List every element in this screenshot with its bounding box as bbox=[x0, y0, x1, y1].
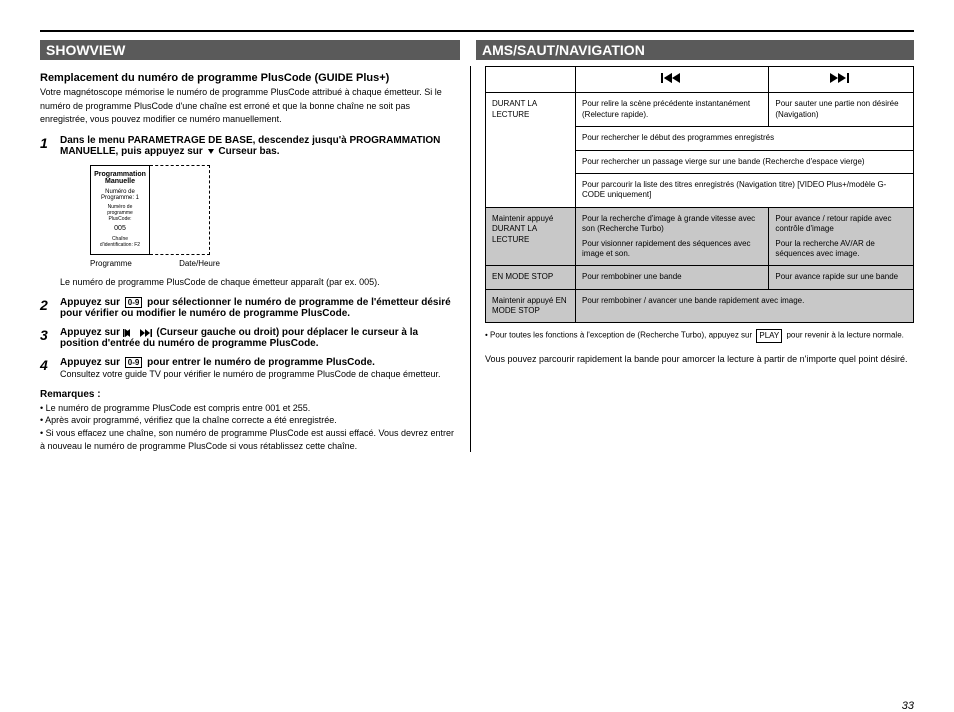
step-3: 3 Appuyez sur (Curseur gauche ou droit) … bbox=[40, 327, 456, 349]
numeric-key-box-1: 0-9 bbox=[125, 297, 143, 308]
step-1-lead: Dans le menu PARAMETRAGE DE BASE, descen… bbox=[60, 135, 456, 157]
preview-line1: Numéro de Programme: 1 bbox=[95, 189, 145, 201]
step-1-subtext: Le numéro de programme PlusCode de chaqu… bbox=[60, 276, 456, 290]
srow2-c2: Pour rembobiner une bande bbox=[576, 266, 769, 289]
page-top-border bbox=[40, 30, 914, 32]
step-2-number: 2 bbox=[40, 297, 54, 319]
srow3-c2: Pour rembobiner / avancer une bande rapi… bbox=[576, 289, 914, 323]
left-column: Remplacement du numéro de programme Plus… bbox=[40, 66, 470, 452]
note-3: • Si vous effacez une chaîne, son numéro… bbox=[40, 427, 456, 452]
step-1-body: Dans le menu PARAMETRAGE DE BASE, descen… bbox=[60, 135, 456, 290]
header-left-bar: SHOWVIEW bbox=[40, 40, 460, 60]
step-4-a: Appuyez sur bbox=[60, 357, 120, 368]
skip-next-icon bbox=[140, 329, 154, 337]
srow1-c1: Maintenir appuyé DURANT LA LECTURE bbox=[486, 207, 576, 266]
step-4-b: pour entrer le numéro de programme PlusC… bbox=[147, 357, 375, 368]
table-row-shaded: EN MODE STOP Pour rembobiner une bande P… bbox=[486, 266, 914, 289]
preview-left-panel: Programmation Manuelle Numéro de Program… bbox=[90, 165, 150, 255]
srow2-c1: EN MODE STOP bbox=[486, 266, 576, 289]
step-3-body: Appuyez sur (Curseur gauche ou droit) po… bbox=[60, 327, 456, 349]
note-2: • Après avoir programmé, vérifiez que la… bbox=[40, 414, 456, 427]
cursor-down-icon bbox=[206, 146, 216, 156]
header-right-title: AMS/SAUT/NAVIGATION bbox=[482, 42, 645, 58]
navigation-table: DURANT LA LECTURE Pour relire la scène p… bbox=[485, 66, 914, 323]
step-2-body: Appuyez sur 0-9 pour sélectionner le num… bbox=[60, 297, 456, 319]
step-4-body: Appuyez sur 0-9 pour entrer le numéro de… bbox=[60, 357, 456, 382]
header-right-bar: AMS/SAUT/NAVIGATION bbox=[476, 40, 914, 60]
step-2: 2 Appuyez sur 0-9 pour sélectionner le n… bbox=[40, 297, 456, 319]
step-4: 4 Appuyez sur 0-9 pour entrer le numéro … bbox=[40, 357, 456, 382]
preview-line4: Chaîne d'identification: F2 bbox=[95, 236, 145, 248]
notes-title: Remarques : bbox=[40, 388, 456, 402]
cursor-down-label: Curseur bas. bbox=[218, 146, 279, 157]
numeric-key-box-2: 0-9 bbox=[125, 357, 143, 368]
caption-right-label: Date/Heure bbox=[179, 259, 220, 268]
row2-c2: Pour rechercher le début des programmes … bbox=[576, 127, 914, 150]
table-footer-note: • Pour toutes les fonctions à l'exceptio… bbox=[485, 329, 914, 342]
row1-c3: Pour sauter une partie non désirée (Navi… bbox=[769, 93, 914, 127]
step-1-number: 1 bbox=[40, 135, 54, 290]
right-column: DURANT LA LECTURE Pour relire la scène p… bbox=[470, 66, 914, 452]
skip-back-icon bbox=[661, 73, 683, 83]
notes-block: Remarques : • Le numéro de programme Plu… bbox=[40, 388, 456, 452]
step-3-number: 3 bbox=[40, 327, 54, 349]
preview-title: Programmation Manuelle bbox=[94, 171, 146, 185]
note-1: • Le numéro de programme PlusCode est co… bbox=[40, 402, 456, 415]
header-row: SHOWVIEW AMS/SAUT/NAVIGATION bbox=[40, 40, 914, 60]
table-row-shaded: Maintenir appuyé EN MODE STOP Pour rembo… bbox=[486, 289, 914, 323]
preview-caption-labels: Programme Date/Heure bbox=[90, 259, 220, 268]
section-title-1: Remplacement du numéro de programme Plus… bbox=[40, 72, 456, 84]
srow1-c2: Pour la recherche d'image à grande vites… bbox=[576, 207, 769, 266]
table-header-c1 bbox=[486, 67, 576, 93]
row4-c2: Pour parcourir la liste des titres enreg… bbox=[576, 173, 914, 207]
page-number: 33 bbox=[902, 700, 914, 712]
table-header-c3 bbox=[769, 67, 914, 93]
table-header-c2 bbox=[576, 67, 769, 93]
step-4-subtext: Consultez votre guide TV pour vérifier l… bbox=[60, 368, 456, 382]
srow3-c1: Maintenir appuyé EN MODE STOP bbox=[486, 289, 576, 323]
preview-line2: Numéro de programme PlusCode: bbox=[95, 204, 145, 222]
skip-fwd-icon bbox=[830, 73, 852, 83]
section-intro-text: Votre magnétoscope mémorise le numéro de… bbox=[40, 86, 456, 127]
srow2-c3: Pour avance rapide sur une bande bbox=[769, 266, 914, 289]
main-columns: Remplacement du numéro de programme Plus… bbox=[40, 66, 914, 452]
preview-right-panel bbox=[150, 165, 210, 255]
srow1-c3: Pour avance / retour rapide avec contrôl… bbox=[769, 207, 914, 266]
table-row-shaded: Maintenir appuyé DURANT LA LECTURE Pour … bbox=[486, 207, 914, 266]
right-intro-text: Vous pouvez parcourir rapidement la band… bbox=[485, 353, 914, 367]
preview-line3: 005 bbox=[114, 225, 126, 232]
caption-left-label: Programme bbox=[90, 259, 132, 268]
step-4-number: 4 bbox=[40, 357, 54, 382]
skip-prev-icon bbox=[123, 329, 137, 337]
header-left-title: SHOWVIEW bbox=[46, 42, 125, 58]
onscreen-preview-box: Programmation Manuelle Numéro de Program… bbox=[90, 165, 220, 268]
row1-c1: DURANT LA LECTURE bbox=[486, 93, 576, 207]
step-3-a: Appuyez sur bbox=[60, 327, 120, 338]
step-2-a: Appuyez sur bbox=[60, 297, 120, 308]
row3-c2: Pour rechercher un passage vierge sur un… bbox=[576, 150, 914, 173]
table-row: DURANT LA LECTURE Pour relire la scène p… bbox=[486, 93, 914, 127]
play-key-box: PLAY bbox=[756, 329, 782, 342]
row1-c2: Pour relire la scène précédente instanta… bbox=[576, 93, 769, 127]
step-1: 1 Dans le menu PARAMETRAGE DE BASE, desc… bbox=[40, 135, 456, 290]
table-header-row bbox=[486, 67, 914, 93]
